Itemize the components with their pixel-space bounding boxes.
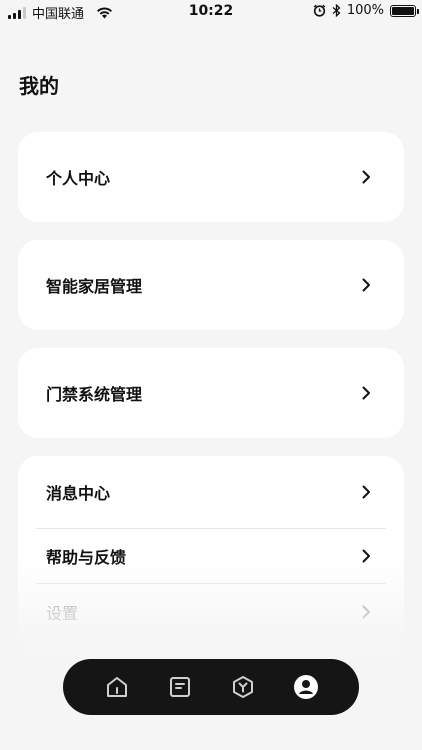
chevron-right-icon <box>362 386 370 400</box>
bottom-tab-bar <box>63 659 359 715</box>
bluetooth-icon <box>332 4 341 17</box>
menu-item-label: 个人中心 <box>46 169 111 188</box>
menu-item-messages[interactable]: 消息中心 <box>36 456 386 529</box>
tab-document[interactable] <box>164 671 196 703</box>
home-icon <box>106 677 127 697</box>
menu-item-settings[interactable]: 设置 <box>36 584 386 639</box>
menu-item-label: 设置 <box>46 603 79 623</box>
profile-icon <box>293 675 318 699</box>
alarm-icon <box>313 4 326 17</box>
chevron-right-icon <box>362 170 370 184</box>
document-icon <box>169 677 190 697</box>
chevron-right-icon <box>362 605 370 618</box>
battery-icon <box>390 4 419 17</box>
chevron-right-icon <box>362 485 370 499</box>
battery-percent: 100% <box>346 3 384 18</box>
menu-item-smart-home[interactable]: 智能家居管理 <box>36 240 386 330</box>
menu-item-label: 消息中心 <box>46 484 111 503</box>
hexagon-y-icon <box>232 676 253 698</box>
personal-center-card: 个人中心 <box>18 132 404 222</box>
menu-item-access-control[interactable]: 门禁系统管理 <box>36 348 386 438</box>
status-bar: 中国联通 10:22 100% <box>0 0 422 24</box>
misc-menu-card: 消息中心 帮助与反馈 设置 <box>18 456 404 658</box>
menu-item-help-feedback[interactable]: 帮助与反馈 <box>36 529 386 584</box>
tab-device[interactable] <box>227 671 259 703</box>
tab-home[interactable] <box>101 671 133 703</box>
access-control-card: 门禁系统管理 <box>18 348 404 438</box>
menu-item-label: 帮助与反馈 <box>46 548 127 567</box>
chevron-right-icon <box>362 278 370 292</box>
status-right: 100% <box>313 3 419 18</box>
menu-item-label: 智能家居管理 <box>46 277 143 296</box>
page-title: 我的 <box>19 74 59 98</box>
menu-item-personal-center[interactable]: 个人中心 <box>36 132 386 222</box>
chevron-right-icon <box>362 549 370 563</box>
smart-home-card: 智能家居管理 <box>18 240 404 330</box>
tab-profile[interactable] <box>290 671 322 703</box>
menu-item-label: 门禁系统管理 <box>46 385 143 404</box>
